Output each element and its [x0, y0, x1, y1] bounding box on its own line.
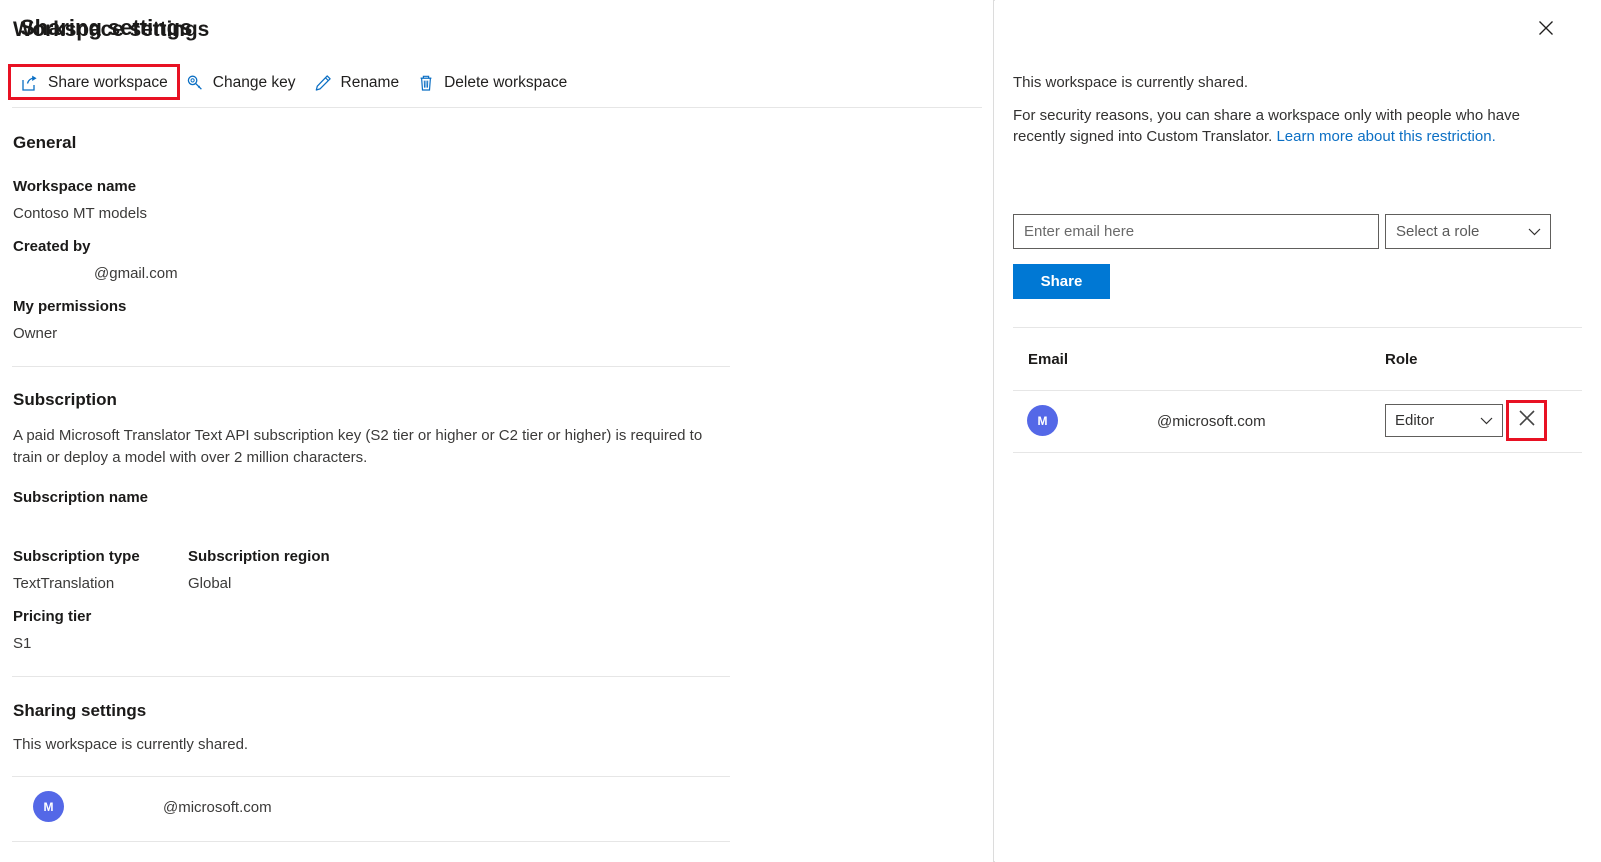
- chevron-down-icon: [1480, 412, 1493, 429]
- toolbar-divider: [12, 107, 982, 108]
- close-icon: [1517, 408, 1537, 433]
- flyout-status-text: This workspace is currently shared.: [1013, 74, 1249, 91]
- subscription-type-value: TextTranslation: [13, 575, 115, 592]
- learn-more-link[interactable]: Learn more about this restriction.: [1276, 128, 1495, 145]
- sharing-list-divider-bottom: [12, 841, 730, 842]
- share-icon: [21, 74, 39, 92]
- avatar-initial: M: [1037, 413, 1048, 428]
- delete-workspace-label: Delete workspace: [444, 74, 568, 91]
- sharing-list-divider-top: [12, 776, 730, 777]
- share-workspace-label: Share workspace: [48, 74, 168, 91]
- created-by-value: @gmail.com: [94, 265, 178, 282]
- rename-label: Rename: [340, 74, 400, 91]
- rename-button[interactable]: Rename: [306, 69, 410, 97]
- workspace-name-value: Contoso MT models: [13, 205, 147, 222]
- avatar-initial: M: [43, 799, 54, 814]
- workspace-settings-panel: Workspace settings Share workspace Chang…: [0, 0, 994, 862]
- subscription-section-divider: [12, 676, 730, 677]
- role-value: Editor: [1395, 412, 1435, 429]
- workspace-toolbar: Share workspace Change key Rename Delete…: [13, 68, 577, 98]
- change-key-label: Change key: [212, 74, 296, 91]
- subscription-name-label: Subscription name: [13, 489, 149, 506]
- general-section-divider: [12, 366, 730, 367]
- workspace-name-label: Workspace name: [13, 178, 137, 195]
- avatar: M: [33, 791, 64, 822]
- subscription-description: A paid Microsoft Translator Text API sub…: [13, 427, 703, 466]
- sharing-status-text: This workspace is currently shared.: [13, 736, 249, 753]
- pricing-tier-value: S1: [13, 635, 32, 652]
- subscription-section-heading: Subscription: [13, 390, 117, 409]
- share-workspace-button[interactable]: Share workspace: [13, 69, 178, 97]
- delete-workspace-button[interactable]: Delete workspace: [409, 69, 577, 97]
- table-row: M: [1027, 405, 1058, 436]
- role-select[interactable]: Select a role: [1385, 214, 1551, 249]
- my-permissions-value: Owner: [13, 325, 58, 342]
- pencil-icon: [314, 74, 332, 92]
- key-icon: [186, 74, 204, 92]
- change-key-button[interactable]: Change key: [178, 69, 306, 97]
- column-header-role: Role: [1385, 351, 1418, 368]
- flyout-security-note: For security reasons, you can share a wo…: [1013, 105, 1523, 147]
- flyout-form-divider: [1013, 327, 1582, 328]
- my-permissions-label: My permissions: [13, 298, 127, 315]
- general-section-heading: General: [13, 133, 77, 152]
- avatar: M: [1027, 405, 1058, 436]
- sharing-member-email: @microsoft.com: [163, 799, 272, 816]
- email-input[interactable]: [1013, 214, 1379, 249]
- close-icon: [1537, 19, 1555, 42]
- sharing-section-heading: Sharing settings: [13, 701, 147, 720]
- subscription-region-label: Subscription region: [188, 548, 330, 565]
- share-button[interactable]: Share: [1013, 264, 1110, 299]
- close-button[interactable]: [1530, 14, 1562, 46]
- column-header-email: Email: [1028, 351, 1069, 368]
- subscription-type-label: Subscription type: [13, 548, 140, 565]
- trash-icon: [417, 74, 435, 92]
- pricing-tier-label: Pricing tier: [13, 608, 92, 625]
- table-row-divider: [1013, 452, 1582, 453]
- table-cell-email: @microsoft.com: [1157, 413, 1266, 430]
- table-header-divider: [1013, 390, 1582, 391]
- remove-member-button[interactable]: [1510, 404, 1543, 437]
- workspace-settings-screen: Workspace settings Share workspace Chang…: [0, 0, 1601, 862]
- list-item: M: [33, 791, 64, 822]
- subscription-region-value: Global: [188, 575, 232, 592]
- role-select-value: Select a role: [1396, 223, 1480, 240]
- chevron-down-icon: [1528, 223, 1541, 240]
- flyout-title: Sharing settings: [20, 15, 193, 40]
- created-by-label: Created by: [13, 238, 91, 255]
- table-cell-role-select[interactable]: Editor: [1385, 404, 1503, 437]
